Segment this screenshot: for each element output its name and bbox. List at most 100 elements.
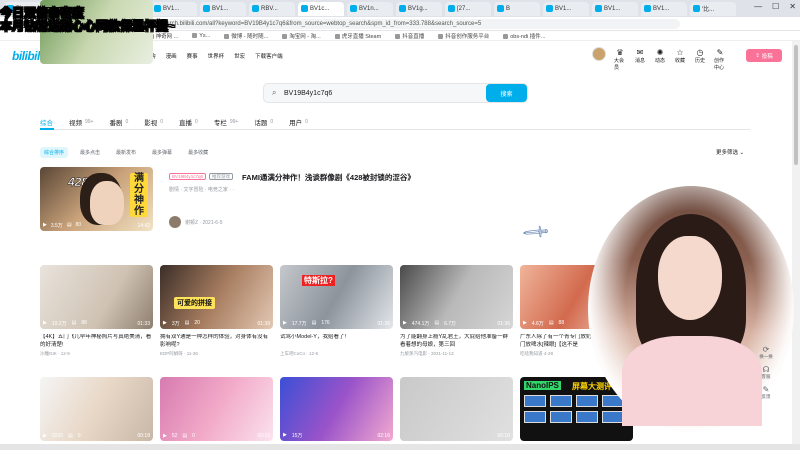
bookmark-item[interactable]: Ys... xyxy=(192,33,210,39)
category-tab[interactable]: 番剧 0 xyxy=(109,116,128,128)
sort-option[interactable]: 最新发布 xyxy=(112,147,140,158)
video-meta[interactable]: 九黎蒸汽电影 · 2021-11-13 xyxy=(400,351,513,357)
close-icon[interactable]: ✕ xyxy=(789,2,796,11)
float-button[interactable]: ⟳ 换一换 xyxy=(756,345,776,360)
bookmark-item[interactable]: obs-ndi 插件... xyxy=(503,32,545,40)
browser-tab[interactable]: [27... xyxy=(445,1,491,16)
video-thumbnail[interactable]: ▶ 52 ▤ 0 00:15 xyxy=(160,377,273,441)
nav-item[interactable]: 赛事 xyxy=(187,52,198,60)
browser-tab[interactable]: BV1... xyxy=(200,1,246,16)
category-tab[interactable]: 影视 0 xyxy=(144,116,163,128)
bookmark-item[interactable]: 淘宝网 - 淘... xyxy=(282,32,320,40)
nav-item[interactable]: 世界杯 xyxy=(208,52,225,60)
video-thumbnail[interactable]: ▶ 19.2万 ▤ 88 01:33 xyxy=(40,265,153,329)
video-title[interactable]: 试驾小Model-Y，我给看了! xyxy=(280,334,393,349)
video-card[interactable]: ▶ 19.2万 ▤ 88 01:33 【4K】五门飞儿早年神秘照片写真绝美清，看的好清楚!… xyxy=(40,265,153,357)
minimize-icon[interactable]: — xyxy=(754,2,762,11)
video-title[interactable]: 拥有双Y通是一种怎样的体验，对身体有没有影响呢? xyxy=(160,334,273,349)
more-filter-button[interactable]: 更多筛选 ⌄ xyxy=(716,148,744,156)
right-nav-item[interactable]: ✺ 动态 xyxy=(654,48,666,71)
browser-tab[interactable]: BV1c... xyxy=(298,1,344,16)
maximize-icon[interactable]: ☐ xyxy=(772,2,779,11)
video-title[interactable]: 为了能翻身上瘾Y乱君王，大屁给他准备一群看着想的母娘，第三回 xyxy=(400,334,513,349)
bookmark-item[interactable]: 抖音创作服务平台 xyxy=(438,32,489,40)
window-controls: — ☐ ✕ xyxy=(754,2,796,11)
video-thumbnail[interactable]: 可爱的拼接 ▶ 3万 ▤ 20 01:39 xyxy=(160,265,273,329)
browser-tab[interactable]: BV1... xyxy=(151,1,197,16)
scrollbar-thumb[interactable] xyxy=(794,45,798,165)
video-card[interactable]: 00:10 xyxy=(400,377,513,441)
danmaku-icon: ▤ xyxy=(184,320,190,326)
danmaku-icon: ▤ xyxy=(182,433,188,439)
category-tab[interactable]: 专栏 99+ xyxy=(214,116,238,128)
search-input[interactable] xyxy=(284,87,484,100)
category-tab[interactable]: 视频 99+ xyxy=(69,116,93,128)
nav-item[interactable]: 漫画 xyxy=(166,52,177,60)
thumb-text-428: 428 xyxy=(68,175,89,189)
featured-video-thumbnail[interactable]: 428 满分神作 ▶ 3.5万 ▤ 80 14:42 xyxy=(40,167,153,231)
page-scrollbar[interactable] xyxy=(792,41,800,450)
float-button[interactable]: ✎ 反馈 xyxy=(756,385,776,400)
video-card[interactable]: ▶ 52 ▤ 0 00:15 xyxy=(160,377,273,441)
sort-option[interactable]: 综合排序 xyxy=(40,147,69,158)
float-button[interactable]: ☊ 客服 xyxy=(756,365,776,380)
right-nav-item[interactable]: ◷ 历史 xyxy=(694,48,706,71)
featured-title[interactable]: FAMI通满分神作！浅谈群像剧《428被封锁的涩谷》 xyxy=(242,172,415,183)
browser-tab[interactable]: BV1n... xyxy=(347,1,393,16)
video-card[interactable]: ▶ 474.1万 ▤ 6.7万 01:36 为了能翻身上瘾Y乱君王，大屁给他准备一群看着想… xyxy=(400,265,513,357)
featured-uploader[interactable]: 谢顿Z · 2021-6-5 xyxy=(169,216,223,228)
bookmark-item[interactable]: 抖音直播 xyxy=(395,32,424,40)
bulb-icon: ✎ xyxy=(716,48,724,57)
right-nav-item[interactable]: ☆ 收藏 xyxy=(674,48,686,71)
sort-option[interactable]: 最多点击 xyxy=(76,147,104,158)
category-tab[interactable]: 用户 0 xyxy=(289,116,308,128)
browser-tab[interactable]: B xyxy=(494,1,540,16)
video-thumbnail[interactable]: ▶ 15万 02:16 xyxy=(280,377,393,441)
play-icon: ▶ xyxy=(163,433,167,439)
nav-item[interactable]: 世宏 xyxy=(234,52,245,60)
video-thumbnail[interactable]: 特斯拉? ▶ 17.7万 ▤ 176 01:36 xyxy=(280,265,393,329)
category-tab[interactable]: 话题 0 xyxy=(254,116,273,128)
video-meta[interactable]: EDP阿娟呀 · 11-26 xyxy=(160,351,273,357)
video-thumbnail[interactable]: 00:10 xyxy=(400,377,513,441)
video-card[interactable]: ▶ 3220 ▤ 0 00:18 xyxy=(40,377,153,441)
right-nav-item[interactable]: ♛ 大会员 xyxy=(614,48,626,71)
browser-tab[interactable]: BV1... xyxy=(641,1,687,16)
right-nav-item[interactable]: ✉ 消息 xyxy=(634,48,646,71)
video-thumbnail[interactable]: ▶ 3220 ▤ 0 00:18 xyxy=(40,377,153,441)
browser-tab[interactable]: BV1... xyxy=(592,1,638,16)
right-nav-item[interactable]: ✎ 创作中心 xyxy=(714,48,726,71)
featured-tag-bv[interactable]: BV19B4y1c7q6 xyxy=(169,173,207,180)
video-duration: 01:33 xyxy=(137,321,150,327)
browser-tab[interactable]: BV1... xyxy=(543,1,589,16)
browser-tab[interactable]: BV1g... xyxy=(396,1,442,16)
video-card[interactable]: 特斯拉? ▶ 17.7万 ▤ 176 01:36 试驾小Model-Y，我给看了! 上车吧Co… xyxy=(280,265,393,357)
play-icon: ▶ xyxy=(403,320,407,326)
bilibili-logo[interactable]: bilibili xyxy=(12,49,43,63)
category-tab[interactable]: 直播 0 xyxy=(179,116,198,128)
url-field[interactable]: search.bilibili.com/all?keyword=BV19B4y1… xyxy=(120,19,680,29)
bookmark-item[interactable]: 虎牙直播 Steam xyxy=(335,32,381,40)
video-thumbnail[interactable]: ▶ 474.1万 ▤ 6.7万 01:36 xyxy=(400,265,513,329)
video-meta[interactable]: 上车吧CoCo · 12-9 xyxy=(280,351,393,357)
play-icon: ▶ xyxy=(283,432,287,438)
feedback-icon: ✎ xyxy=(762,385,770,394)
upload-button[interactable]: ⇪ 投稿 xyxy=(746,49,782,62)
sort-option[interactable]: 最多弹幕 xyxy=(148,147,176,158)
browser-tab[interactable]: '比... xyxy=(690,1,736,16)
sort-option[interactable]: 最多收藏 xyxy=(184,147,212,158)
play-icon: ▶ xyxy=(283,320,287,326)
bookmark-item[interactable]: 微博 - 随时随... xyxy=(224,32,268,40)
video-card[interactable]: ▶ 15万 02:16 xyxy=(280,377,393,441)
search-button[interactable]: 搜索 xyxy=(486,84,527,102)
category-count: 99+ xyxy=(229,119,239,125)
category-label: 用户 xyxy=(289,120,303,127)
nav-item[interactable]: 下载客户端 xyxy=(255,52,283,60)
video-card[interactable]: 可爱的拼接 ▶ 3万 ▤ 20 01:39 拥有双Y通是一种怎样的体验，对身体有没有影响呢?… xyxy=(160,265,273,357)
user-avatar[interactable] xyxy=(592,47,606,61)
browser-tab[interactable]: RBV... xyxy=(249,1,295,16)
video-title[interactable]: 【4K】五门飞儿早年神秘照片写真绝美清，看的好清楚! xyxy=(40,334,153,349)
category-tab[interactable]: 综合 xyxy=(40,116,53,128)
video-meta[interactable]: 沙雕GIK · 12-9 xyxy=(40,351,153,357)
tab-label: BV1... xyxy=(604,5,621,12)
